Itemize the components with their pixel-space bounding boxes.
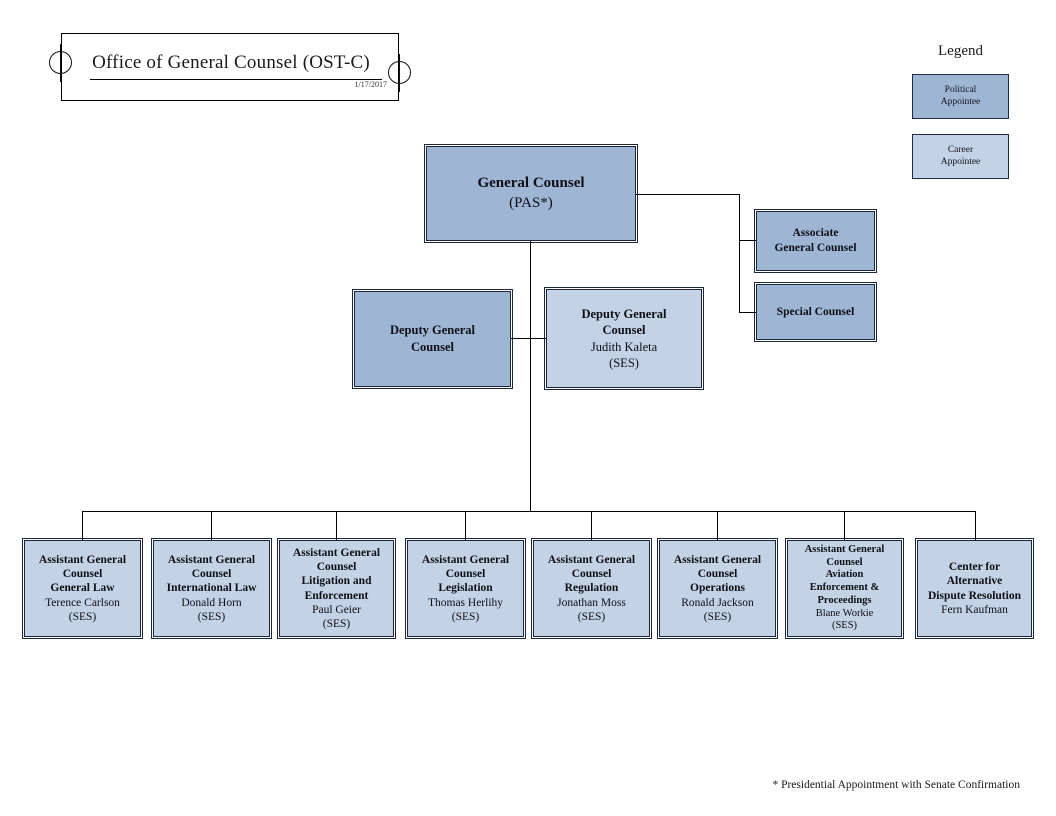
node-associate-general-counsel-line2: General Counsel xyxy=(774,242,857,254)
node-bottom-row-0-title-2: General Law xyxy=(50,582,115,595)
node-bottom-row-1-grade: (SES) xyxy=(197,610,226,623)
connector-drop-1 xyxy=(82,511,84,540)
node-general-counsel-title: General Counsel xyxy=(477,175,585,191)
node-bottom-row-6[interactable]: Assistant General Counsel Aviation Enforcem… xyxy=(784,537,905,640)
node-bottom-row-2-grade: (SES) xyxy=(322,617,351,630)
node-bottom-row-3[interactable]: Assistant General Counsel Legislation Thoma… xyxy=(404,537,527,640)
legend-career-line1: Career xyxy=(947,144,974,155)
node-bottom-row-1-title-2: International Law xyxy=(166,582,257,595)
legend-heading: Legend xyxy=(938,43,983,59)
node-bottom-row-6-title-2: Aviation xyxy=(825,569,864,581)
node-bottom-row-5-title-2: Operations xyxy=(690,582,745,595)
node-bottom-row-3-title-1: Counsel xyxy=(445,568,486,581)
node-bottom-row-1-title-1: Counsel xyxy=(191,568,232,581)
node-general-counsel-subtitle: (PAS*) xyxy=(509,194,553,211)
node-bottom-row-1[interactable]: Assistant General Counsel International La… xyxy=(150,537,273,640)
node-bottom-row-2-name: Paul Geier xyxy=(312,603,361,616)
node-bottom-row-5-name: Ronald Jackson xyxy=(681,596,754,609)
node-bottom-row-6-title-4: Proceedings xyxy=(817,594,872,606)
node-bottom-row-0[interactable]: Assistant General Counsel General Law Teren… xyxy=(21,537,144,640)
connector-drop-4 xyxy=(465,511,467,540)
legend-item-political: Political Appointee xyxy=(912,74,1009,119)
node-bottom-row-7-title-2: Dispute Resolution xyxy=(928,589,1021,602)
node-bottom-row-2-title-1: Counsel xyxy=(316,561,357,574)
node-deputy-general-counsel-vacant[interactable]: Deputy General Counsel xyxy=(351,288,514,390)
node-bottom-row-6-grade: (SES) xyxy=(831,620,858,632)
node-bottom-row-0-title-0: Assistant General xyxy=(38,554,127,567)
org-chart-canvas: Office of General Counsel (OST-C) 1/17/2… xyxy=(0,0,1056,816)
node-bottom-row-4-grade: (SES) xyxy=(577,610,606,623)
node-bottom-row-0-title-1: Counsel xyxy=(62,568,103,581)
node-bottom-row-2-title-2: Litigation and xyxy=(301,575,372,588)
legend-political-line2: Appointee xyxy=(940,96,981,107)
legend-political-line1: Political xyxy=(944,84,977,95)
node-bottom-row-2-title-3: Enforcement xyxy=(304,589,369,602)
connector-drop-5 xyxy=(591,511,593,540)
connector-drop-8 xyxy=(975,511,977,540)
connector-drop-7 xyxy=(844,511,846,540)
connector-gc-right xyxy=(636,194,740,196)
node-bottom-row-5-grade: (SES) xyxy=(703,610,732,623)
node-deputy-general-counsel-kaleta-line2: Counsel xyxy=(602,323,646,337)
node-deputy-general-counsel-kaleta-grade: (SES) xyxy=(609,356,639,370)
node-bottom-row-6-title-0: Assistant General xyxy=(804,543,885,555)
legend-item-career: Career Appointee xyxy=(912,134,1009,179)
node-bottom-row-5-title-0: Assistant General xyxy=(673,554,762,567)
node-deputy-general-counsel-kaleta-line1: Deputy General xyxy=(581,306,667,321)
title-right-circle-icon xyxy=(388,61,411,84)
connector-drop-3 xyxy=(336,511,338,540)
connector-to-associate-gc xyxy=(739,240,756,242)
node-deputy-general-counsel-vacant-line1: Deputy General xyxy=(389,323,476,338)
connector-to-special-counsel xyxy=(739,312,756,314)
node-bottom-row-4-title-2: Regulation xyxy=(564,582,619,595)
node-bottom-row-3-title-2: Legislation xyxy=(438,582,493,595)
connector-drop-6 xyxy=(717,511,719,540)
connector-drop-2 xyxy=(211,511,213,540)
node-bottom-row-3-grade: (SES) xyxy=(451,610,480,623)
node-bottom-row-3-name: Thomas Herlihy xyxy=(427,596,504,609)
connector-deputy-left xyxy=(511,338,546,340)
connector-bottom-bus xyxy=(82,511,976,513)
footnote-pas: * Presidential Appointment with Senate C… xyxy=(772,779,1020,791)
node-bottom-row-4-name: Jonathan Moss xyxy=(557,596,626,609)
node-bottom-row-2-title-0: Assistant General xyxy=(292,547,381,560)
node-bottom-row-7[interactable]: Center for Alternative Dispute Resolution F… xyxy=(914,537,1035,640)
node-bottom-row-3-title-0: Assistant General xyxy=(421,554,510,567)
node-bottom-row-5-title-1: Counsel xyxy=(697,568,738,581)
node-bottom-row-7-title-0: Center for xyxy=(948,561,1001,574)
node-deputy-general-counsel-kaleta-name: Judith Kaleta xyxy=(590,339,658,354)
node-special-counsel-line1: Special Counsel xyxy=(776,305,855,318)
node-bottom-row-7-title-1: Alternative xyxy=(946,575,1003,588)
node-associate-general-counsel-line1: Associate xyxy=(792,227,839,240)
node-bottom-row-1-name: Donald Horn xyxy=(181,596,242,609)
chart-date: 1/17/2017 xyxy=(354,80,387,89)
node-deputy-general-counsel-vacant-line2: Counsel xyxy=(410,340,455,354)
node-bottom-row-4-title-0: Assistant General xyxy=(547,554,636,567)
node-bottom-row-6-title-3: Enforcement & xyxy=(809,582,880,594)
node-bottom-row-7-name: Fern Kaufman xyxy=(941,603,1008,616)
connector-gc-spine xyxy=(530,241,532,512)
node-bottom-row-2[interactable]: Assistant General Counsel Litigation and En… xyxy=(276,537,397,640)
legend-career-line2: Appointee xyxy=(940,156,981,167)
node-bottom-row-5[interactable]: Assistant General Counsel Operations Ronald… xyxy=(656,537,779,640)
chart-title-text: Office of General Counsel (OST-C) xyxy=(92,52,370,73)
node-bottom-row-1-title-0: Assistant General xyxy=(167,554,256,567)
connector-right-bus xyxy=(739,194,741,313)
node-associate-general-counsel[interactable]: Associate General Counsel xyxy=(753,208,878,274)
node-bottom-row-0-name: Terence Carlson xyxy=(45,596,120,609)
node-bottom-row-6-title-1: Counsel xyxy=(826,556,863,568)
node-bottom-row-4[interactable]: Assistant General Counsel Regulation Jonath… xyxy=(530,537,653,640)
node-bottom-row-6-name: Blane Workie xyxy=(815,607,874,619)
title-left-circle-icon xyxy=(49,51,72,74)
node-bottom-row-4-title-1: Counsel xyxy=(571,568,612,581)
chart-title-block: Office of General Counsel (OST-C) 1/17/2… xyxy=(61,33,399,101)
node-deputy-general-counsel-kaleta[interactable]: Deputy General Counsel Judith Kaleta (SE… xyxy=(543,286,705,391)
node-special-counsel[interactable]: Special Counsel xyxy=(753,281,878,343)
node-bottom-row-0-grade: (SES) xyxy=(68,610,97,623)
node-general-counsel[interactable]: General Counsel (PAS*) xyxy=(423,143,639,244)
